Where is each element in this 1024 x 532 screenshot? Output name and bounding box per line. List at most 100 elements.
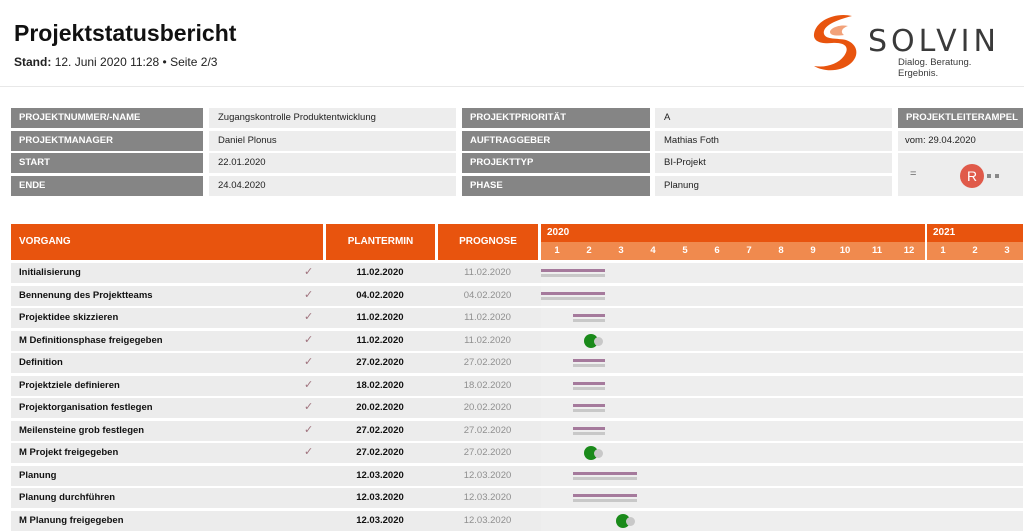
forecast-bar: [573, 409, 605, 412]
task-name: Projektziele definieren: [19, 379, 120, 391]
gantt-cell: [541, 443, 1023, 463]
forecast-bar: [573, 476, 637, 480]
plan-bar: [573, 314, 605, 317]
forecast-bar: [573, 319, 605, 322]
gantt-year-2021: 2021: [927, 224, 1023, 242]
plan-bar: [573, 404, 605, 407]
prognose-value: 27.02.2020: [463, 424, 512, 436]
gantt-cell: [541, 285, 1023, 306]
table-row[interactable]: Planung 12.03.2020 12.03.2020: [11, 465, 1023, 486]
prognose-value: 04.02.2020: [463, 289, 512, 301]
plantermin-value: 11.02.2020: [325, 330, 435, 351]
table-row[interactable]: Projektziele definieren ✓ 18.02.2020 18.02.…: [11, 375, 1023, 396]
table-row[interactable]: Planung durchführen 12.03.2020 12.03.2020: [11, 488, 1023, 508]
milestone-forecast-marker: [626, 516, 636, 526]
table-row[interactable]: Initialisierung ✓ 11.02.2020 11.02.2020: [11, 263, 1023, 283]
info-value-start: 22.01.2020: [209, 153, 456, 173]
info-value-projekttyp: BI-Projekt: [655, 153, 892, 173]
table-row[interactable]: Definition ✓ 27.02.2020 27.02.2020: [11, 353, 1023, 373]
task-name: Projektorganisation festlegen: [19, 402, 153, 413]
forecast-bar: [573, 431, 605, 435]
info-value-projektmanager: Daniel Plonus: [209, 131, 456, 151]
gantt-month-label: 3: [991, 242, 1023, 260]
info-value-ende: 24.04.2020: [209, 176, 456, 196]
status-light-red: R: [960, 164, 984, 188]
gantt-year-2020: 2020: [541, 224, 925, 242]
check-icon: ✓: [304, 311, 314, 323]
col-header-plantermin[interactable]: PLANTERMIN: [326, 224, 435, 260]
forecast-bar: [573, 386, 605, 390]
plan-bar: [541, 291, 605, 295]
plantermin-value: 12.03.2020: [325, 510, 435, 531]
page-title: Projektstatusbericht: [14, 20, 237, 46]
prognose-value: 11.02.2020: [464, 334, 511, 346]
prognose-value: 11.02.2020: [464, 312, 511, 323]
report-stand: Stand: 12. Juni 2020 11:28 • Seite 2/3: [14, 55, 217, 69]
gantt-cell: [541, 330, 1023, 351]
plantermin-value: 12.03.2020: [325, 488, 435, 508]
info-label-prioritaet: PROJEKTPRIORITÄT: [462, 108, 650, 128]
info-label-start: START: [11, 153, 203, 173]
gantt-cell: [541, 353, 1023, 373]
gantt-month-label: 5: [669, 242, 701, 260]
plan-bar: [573, 426, 605, 430]
table-row[interactable]: M Definitionsphase freigegeben ✓ 11.02.202…: [11, 330, 1023, 351]
task-name: M Definitionsphase freigegeben: [19, 334, 163, 346]
stand-value: 12. Juni 2020 11:28 • Seite 2/3: [54, 55, 218, 69]
task-name: Planung durchführen: [19, 492, 116, 503]
info-value-phase: Planung: [655, 176, 892, 196]
gantt-cell: [541, 398, 1023, 418]
col-header-prognose[interactable]: PROGNOSE: [438, 224, 538, 260]
info-label-ampel: PROJEKTLEITERAMPEL: [898, 108, 1023, 128]
prognose-value: 12.03.2020: [463, 492, 512, 503]
check-icon: ✓: [304, 266, 314, 278]
status-light-green: [995, 174, 999, 178]
info-label-projekttyp: PROJEKTTYP: [462, 153, 650, 173]
plantermin-value: 27.02.2020: [325, 420, 435, 441]
task-name: Initialisierung: [19, 267, 81, 278]
plan-bar: [573, 359, 605, 362]
gantt-month-label: 3: [605, 242, 637, 260]
forecast-bar: [541, 274, 605, 277]
trend-indicator: =: [910, 168, 917, 180]
table-row[interactable]: Meilensteine grob festlegen ✓ 27.02.2020 27…: [11, 420, 1023, 441]
plantermin-value: 27.02.2020: [325, 353, 435, 373]
plantermin-value: 12.03.2020: [325, 465, 435, 486]
table-row[interactable]: Bennenung des Projektteams ✓ 04.02.2020 04.…: [11, 285, 1023, 306]
header-divider: [0, 86, 1024, 87]
prognose-value: 18.02.2020: [463, 379, 512, 391]
plantermin-value: 11.02.2020: [325, 263, 435, 283]
gantt-month-label: 11: [861, 242, 893, 260]
gantt-cell: [541, 510, 1023, 531]
plan-bar: [541, 269, 605, 272]
table-row[interactable]: Projektidee skizzieren ✓ 11.02.2020 11.02.2…: [11, 308, 1023, 328]
col-header-vorgang[interactable]: VORGANG: [11, 224, 323, 260]
info-value-auftraggeber: Mathias Foth: [655, 131, 892, 151]
logo-tagline: Dialog. Beratung. Ergebnis.: [898, 57, 972, 79]
check-icon: ✓: [304, 378, 314, 391]
plantermin-value: 20.02.2020: [325, 398, 435, 418]
table-row[interactable]: M Planung freigegeben 12.03.2020 12.03.202…: [11, 510, 1023, 531]
task-name: Definition: [19, 357, 63, 368]
forecast-bar: [573, 499, 637, 502]
prognose-value: 27.02.2020: [463, 357, 512, 368]
check-icon: ✓: [304, 333, 314, 346]
plantermin-value: 11.02.2020: [325, 308, 435, 328]
table-row[interactable]: Projektorganisation festlegen ✓ 20.02.2020…: [11, 398, 1023, 418]
task-name: Planung: [19, 469, 57, 481]
info-label-ende: ENDE: [11, 176, 203, 196]
plan-bar: [573, 381, 605, 385]
info-value-projektnummer: Zugangskontrolle Produktentwicklung: [209, 108, 456, 128]
gantt-month-label: 9: [797, 242, 829, 260]
solvin-logo: SOLVIN Dialog. Beratung. Ergebnis.: [806, 10, 1006, 79]
task-name: M Projekt freigegeben: [19, 447, 119, 458]
status-light-yellow: [987, 174, 991, 178]
logo-swirl-icon: [813, 14, 857, 71]
gantt-cell: [541, 263, 1023, 283]
plan-bar: [573, 471, 637, 475]
table-row[interactable]: M Projekt freigegeben ✓ 27.02.2020 27.02.20…: [11, 443, 1023, 463]
check-icon: ✓: [304, 401, 314, 413]
prognose-value: 20.02.2020: [463, 402, 512, 413]
task-name: Projektidee skizzieren: [19, 312, 119, 323]
check-icon: ✓: [304, 423, 314, 436]
